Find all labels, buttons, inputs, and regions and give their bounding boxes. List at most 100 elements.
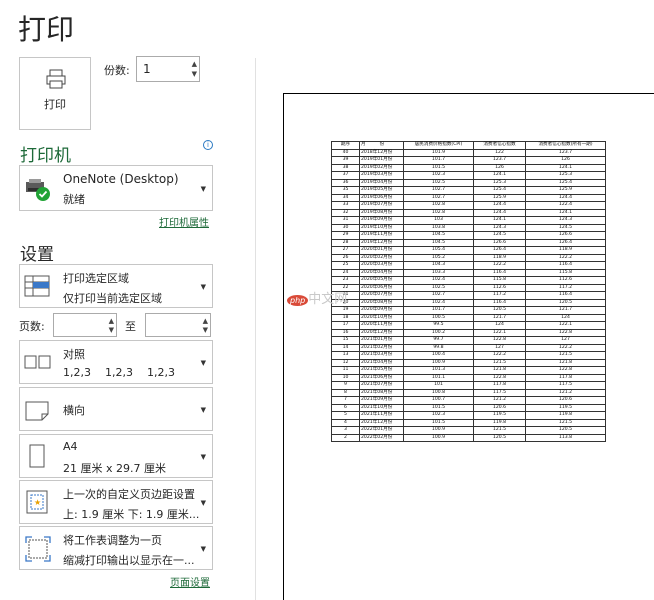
table-cell: 35 (331, 186, 360, 195)
table-row: 20 2020年08月份 102.4 116.4 120.5 (331, 298, 606, 307)
table-row: 39 2019年01月份 101.7 123.7 126 (331, 156, 606, 165)
table-cell: 121.5 (473, 358, 526, 367)
table-cell: 124.4 (473, 201, 526, 210)
table-cell: 124.5 (473, 231, 526, 240)
table-row: 26 2020年02月份 105.2 118.9 122.2 (331, 253, 606, 262)
scaling-select[interactable]: 将工作表调整为一页 缩减打印输出以显示在一... ▼ (19, 526, 213, 570)
table-row: 28 2019年12月份 104.5 126.6 126.4 (331, 238, 606, 247)
table-cell: 112.6 (473, 283, 526, 292)
table-cell: 101.1 (403, 373, 474, 382)
table-cell: 102.3 (403, 171, 474, 180)
info-icon[interactable]: i (203, 140, 213, 150)
table-row: 35 2019年05月份 102.7 125.4 125.9 (331, 186, 606, 195)
table-cell: 124.4 (525, 193, 606, 202)
table-cell: 125.9 (525, 186, 606, 195)
spin-down-icon[interactable]: ▼ (109, 326, 114, 334)
table-cell: 115.8 (525, 268, 606, 277)
orientation-select[interactable]: 横向 ▼ (19, 387, 213, 431)
table-cell: 2020年09月份 (359, 306, 404, 315)
spin-up-icon[interactable]: ▲ (109, 317, 114, 325)
header-cell: 月份 (359, 141, 404, 150)
chevron-down-icon: ▼ (200, 453, 206, 461)
table-row: 5 2021年11月份 102.3 119.5 119.8 (331, 411, 606, 420)
table-cell: 100.4 (403, 351, 474, 360)
table-cell: 39 (331, 156, 360, 165)
table-cell: 126 (525, 156, 606, 165)
print-button[interactable]: 打印 (19, 57, 91, 130)
table-cell: 5 (331, 411, 360, 420)
table-row: 8 2021年08月份 100.8 117.5 121.2 (331, 388, 606, 397)
table-cell: 101.5 (403, 163, 474, 172)
margins-select[interactable]: ★ 上一次的自定义页边距设置 上: 1.9 厘米 下: 1.9 厘米... ▼ (19, 480, 213, 524)
table-row: 16 2020年12月份 100.2 122.1 122.8 (331, 328, 606, 337)
table-cell: 122.2 (525, 343, 606, 352)
table-cell: 116.4 (473, 268, 526, 277)
table-cell: 2020年06月份 (359, 283, 404, 292)
spin-up-icon[interactable]: ▲ (192, 60, 197, 68)
table-row: 34 2019年06月份 102.7 125.9 124.4 (331, 193, 606, 202)
collate-select[interactable]: 对照 1,2,3 1,2,3 1,2,3 ▼ (19, 340, 213, 384)
table-cell: 122.2 (525, 253, 606, 262)
table-cell: 37 (331, 171, 360, 180)
table-cell: 102.4 (403, 276, 474, 285)
table-cell: 2020年03月份 (359, 261, 404, 270)
table-cell: 124.1 (525, 208, 606, 217)
table-cell: 99.8 (403, 343, 474, 352)
spin-up-icon[interactable]: ▲ (203, 317, 208, 325)
table-cell: 2021年01月份 (359, 336, 404, 345)
table-cell: 100.7 (403, 396, 474, 405)
table-cell: 11 (331, 366, 360, 375)
table-cell: 2019年02月份 (359, 163, 404, 172)
table-cell: 125.9 (473, 193, 526, 202)
table-cell: 2019年07月份 (359, 201, 404, 210)
chevron-down-icon: ▼ (200, 185, 206, 193)
table-cell: 121.8 (525, 358, 606, 367)
table-cell: 2019年01月份 (359, 156, 404, 165)
table-cell: 2021年02月份 (359, 343, 404, 352)
paper-size-select[interactable]: A4 21 厘米 x 29.7 厘米 ▼ (19, 434, 213, 478)
table-cell: 120.6 (473, 403, 526, 412)
table-cell: 101.3 (403, 366, 474, 375)
table-row: 12 2021年04月份 100.9 121.5 121.8 (331, 358, 606, 367)
table-cell: 102.4 (403, 298, 474, 307)
print-area-select[interactable]: 打印选定区域 仅打印当前选定区域 ▼ (19, 264, 213, 308)
table-cell: 122.2 (473, 351, 526, 360)
table-row: 29 2019年11月份 104.5 124.5 126.6 (331, 231, 606, 240)
table-cell: 123.7 (525, 148, 606, 157)
table-cell: 121.7 (473, 313, 526, 322)
table-cell: 105.4 (403, 246, 474, 255)
printer-properties-link[interactable]: 打印机属性 (159, 214, 209, 229)
print-preview: 期序 月份 居民消费价格指数(CPI) 消费者信心指数 消费者信心指数(所有一期… (283, 93, 654, 600)
print-area-line1: 打印选定区域 (63, 272, 129, 285)
table-cell: 122.8 (525, 366, 606, 375)
table-cell: 99.7 (403, 336, 474, 345)
table-cell: 121.8 (473, 366, 526, 375)
pages-to-input[interactable]: ▲ ▼ (145, 313, 211, 337)
table-row: 14 2021年02月份 99.8 127 122.2 (331, 343, 606, 352)
table-cell: 124.3 (473, 223, 526, 232)
table-cell: 2020年12月份 (359, 328, 404, 337)
copies-input[interactable]: 1 ▲ ▼ (136, 56, 200, 82)
table-cell: 100.9 (403, 426, 474, 435)
table-cell: 122.8 (473, 336, 526, 345)
table-cell: 3 (331, 426, 360, 435)
table-cell: 124.4 (473, 208, 526, 217)
table-row: 6 2021年10月份 101.5 120.6 119.5 (331, 403, 606, 412)
pages-label: 页数: (19, 320, 45, 333)
table-row: 36 2019年04月份 102.5 125.3 125.4 (331, 178, 606, 187)
table-cell: 101.5 (403, 403, 474, 412)
table-cell: 100.5 (403, 313, 474, 322)
table-cell: 126.6 (473, 238, 526, 247)
pages-from-input[interactable]: ▲ ▼ (53, 313, 117, 337)
table-cell: 126.4 (525, 238, 606, 247)
spin-down-icon[interactable]: ▼ (203, 326, 208, 334)
spin-down-icon[interactable]: ▼ (192, 70, 197, 78)
table-cell: 117.8 (525, 373, 606, 382)
table-cell: 121.7 (525, 306, 606, 315)
header-cell: 居民消费价格指数(CPI) (403, 141, 474, 150)
copies-label: 份数: (104, 64, 130, 77)
orientation-line1: 横向 (63, 404, 85, 417)
table-cell: 2021年05月份 (359, 366, 404, 375)
page-setup-link[interactable]: 页面设置 (170, 574, 210, 589)
printer-select[interactable]: OneNote (Desktop) 就绪 ▼ (19, 165, 213, 211)
